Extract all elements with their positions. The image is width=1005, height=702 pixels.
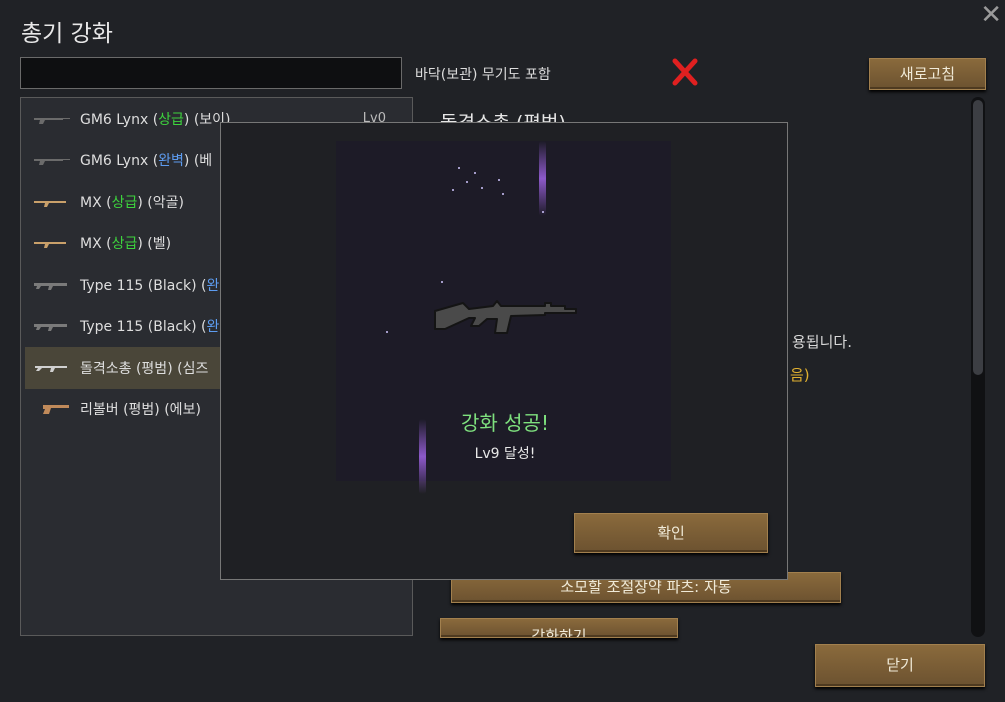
assault-rifle-icon: [35, 365, 67, 372]
include-floor-off-icon[interactable]: [671, 57, 699, 87]
rifle-icon: [34, 200, 66, 207]
weapon-name: 리볼버 (평범) (에보): [80, 402, 201, 419]
weapon-name: GM6 Lynx (완벽) (베: [80, 153, 213, 170]
sparkle-effect: [498, 179, 500, 181]
search-input[interactable]: [20, 57, 402, 89]
include-floor-toggle-label[interactable]: 바닥(보관) 무기도 포함: [415, 64, 551, 84]
sparkle-effect: [481, 187, 483, 189]
weapon-name: GM6 Lynx (상급) (보이): [80, 111, 231, 128]
enhance-button[interactable]: 강화하기: [440, 618, 678, 638]
sparkle-effect: [502, 193, 504, 195]
purple-streak-effect: [539, 141, 546, 216]
sparkle-effect: [452, 189, 454, 191]
weapon-name: MX (상급) (벨): [80, 236, 172, 253]
close-button[interactable]: 닫기: [815, 644, 985, 687]
enhance-result-dialog: 강화 성공! Lv9 달성! 확인: [220, 122, 788, 580]
weapon-name: Type 115 (Black) (완: [80, 319, 220, 336]
detail-note: 용됩니다.: [792, 333, 852, 351]
sparkle-effect: [542, 211, 544, 213]
confirm-button[interactable]: 확인: [574, 513, 768, 553]
refresh-button[interactable]: 새로고침: [869, 58, 986, 90]
enhance-success-text: 강화 성공!: [461, 411, 549, 435]
weapon-name: 돌격소총 (평범) (심즈: [80, 360, 209, 377]
weapon-name: MX (상급) (악골): [80, 194, 184, 211]
sniper-rifle-icon: [34, 117, 70, 124]
rifle-icon: [34, 242, 66, 249]
window-title: 총기 강화: [21, 21, 113, 47]
assault-rifle-icon: [34, 324, 67, 332]
sparkle-effect: [458, 167, 460, 169]
weapon-name: Type 115 (Black) (완: [80, 277, 220, 294]
sparkle-effect: [474, 172, 476, 174]
sparkle-effect: [386, 331, 388, 333]
assault-rifle-icon: [434, 300, 577, 334]
sparkle-effect: [466, 181, 468, 183]
revolver-icon: [43, 405, 69, 415]
assault-rifle-icon: [34, 282, 67, 290]
weapon-enhance-window: 총기 강화 ✕ 바닥(보관) 무기도 포함 새로고침 GM6 Lynx (상급)…: [0, 0, 1005, 702]
level-reached-text: Lv9 달성!: [474, 446, 536, 462]
scrollbar-thumb[interactable]: [973, 100, 983, 375]
detail-note-highlight: 음): [790, 366, 810, 384]
window-close-icon[interactable]: ✕: [980, 0, 1002, 30]
sniper-rifle-icon: [34, 159, 70, 166]
sparkle-effect: [441, 281, 443, 283]
